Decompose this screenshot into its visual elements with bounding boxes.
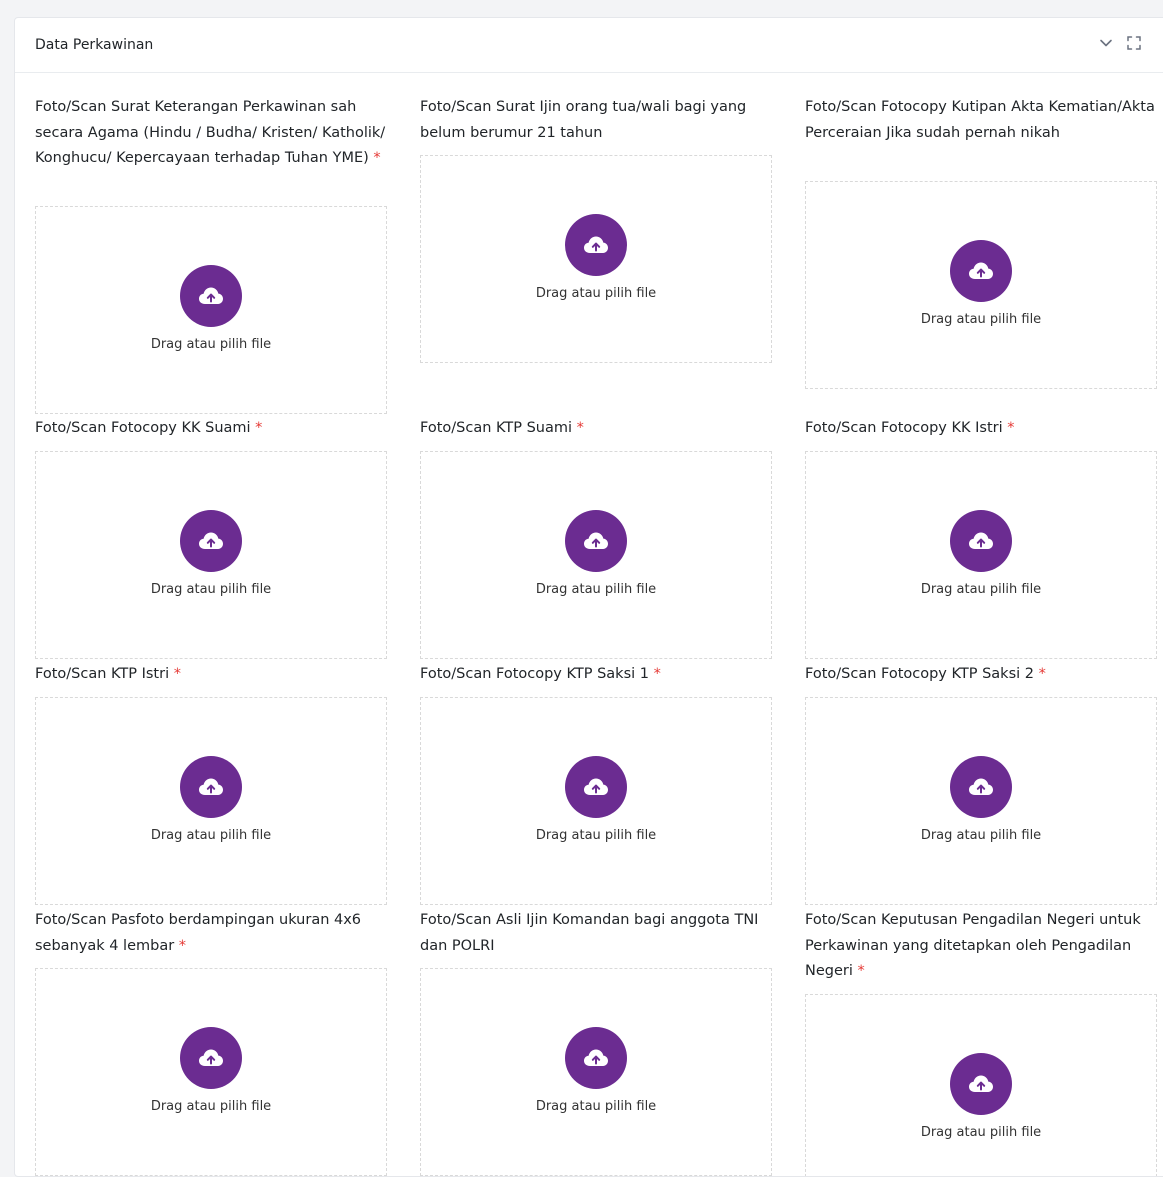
field-kk-istri: Foto/Scan Fotocopy KK Istri * [805,416,1159,442]
field-label: Foto/Scan Surat Keterangan Perkawinan sa… [35,99,386,166]
field-ijin-komandan: Foto/Scan Asli Ijin Komandan bagi anggot… [420,908,774,959]
dropzone[interactable]: Drag atau pilih file [420,697,772,905]
upload-button[interactable] [180,756,242,818]
dropzone-text: Drag atau pilih file [535,582,657,597]
upload-button[interactable] [180,1027,242,1089]
field-label: Foto/Scan Fotocopy KK Istri * [805,420,1015,436]
upload-button[interactable] [950,240,1012,302]
cloud-upload-icon [199,1049,223,1066]
cloud-upload-icon [969,262,993,279]
required-marker: * [373,150,381,166]
required-marker: * [173,666,181,682]
dropzone[interactable]: Drag atau pilih file [805,451,1157,659]
dropzone[interactable]: Drag atau pilih file [35,451,387,659]
upload-button[interactable] [565,1027,627,1089]
cloud-upload-icon [584,1049,608,1066]
cloud-upload-icon [199,532,223,549]
upload-button[interactable] [180,265,242,327]
dropzone-text: Drag atau pilih file [920,312,1042,327]
cloud-upload-icon [969,532,993,549]
dropzone-text: Drag atau pilih file [920,582,1042,597]
required-marker: * [255,420,263,436]
required-marker: * [857,963,865,979]
field-keputusan-pengadilan: Foto/Scan Keputusan Pengadilan Negeri un… [805,908,1159,985]
field-kutipan-akta-kematian: Foto/Scan Fotocopy Kutipan Akta Kematian… [805,95,1159,146]
dropzone[interactable]: Drag atau pilih file [420,968,772,1176]
dropzone[interactable]: Drag atau pilih file [420,451,772,659]
dropzone-text: Drag atau pilih file [150,828,272,843]
required-marker: * [653,666,661,682]
field-label: Foto/Scan Fotocopy KK Suami * [35,420,263,436]
field-label: Foto/Scan KTP Suami * [420,420,584,436]
cloud-upload-icon [584,532,608,549]
field-label: Foto/Scan Fotocopy KTP Saksi 2 * [805,666,1046,682]
field-ktp-istri: Foto/Scan KTP Istri * [35,662,389,688]
cloud-upload-icon [584,778,608,795]
dropzone-text: Drag atau pilih file [535,286,657,301]
upload-button[interactable] [950,756,1012,818]
cloud-upload-icon [199,778,223,795]
field-label: Foto/Scan KTP Istri * [35,666,181,682]
field-label: Foto/Scan Pasfoto berdampingan ukuran 4x… [35,912,362,954]
upload-button[interactable] [565,214,627,276]
dropzone-text: Drag atau pilih file [535,828,657,843]
field-label: Foto/Scan Fotocopy Kutipan Akta Kematian… [805,99,1155,141]
expand-icon[interactable] [1125,34,1143,52]
field-ktp-suami: Foto/Scan KTP Suami * [420,416,774,442]
field-surat-keterangan-perkawinan: Foto/Scan Surat Keterangan Perkawinan sa… [35,95,389,172]
field-kk-suami: Foto/Scan Fotocopy KK Suami * [35,416,389,442]
cloud-upload-icon [199,287,223,304]
required-marker: * [1038,666,1046,682]
chevron-down-icon[interactable] [1097,34,1115,52]
dropzone-text: Drag atau pilih file [920,1125,1042,1140]
dropzone[interactable]: Drag atau pilih file [805,994,1157,1176]
upload-button[interactable] [565,756,627,818]
field-pasfoto: Foto/Scan Pasfoto berdampingan ukuran 4x… [35,908,389,959]
dropzone[interactable]: Drag atau pilih file [35,968,387,1176]
dropzone[interactable]: Drag atau pilih file [35,697,387,905]
field-label: Foto/Scan Fotocopy KTP Saksi 1 * [420,666,661,682]
dropzone-text: Drag atau pilih file [150,1099,272,1114]
upload-button[interactable] [950,510,1012,572]
dropzone[interactable]: Drag atau pilih file [35,206,387,414]
dropzone[interactable]: Drag atau pilih file [805,181,1157,389]
required-marker: * [178,937,187,954]
dropzone-text: Drag atau pilih file [535,1099,657,1114]
field-label: Foto/Scan Surat Ijin orang tua/wali bagi… [420,99,747,141]
required-marker: * [576,420,584,436]
data-perkawinan-card: Data Perkawinan Foto/Scan Surat Keterang… [14,17,1163,1177]
dropzone[interactable]: Drag atau pilih file [805,697,1157,905]
field-label: Foto/Scan Keputusan Pengadilan Negeri un… [805,912,1141,979]
cloud-upload-icon [584,236,608,253]
dropzone-text: Drag atau pilih file [150,582,272,597]
upload-button[interactable] [950,1053,1012,1115]
cloud-upload-icon [969,778,993,795]
card-header: Data Perkawinan [15,18,1163,73]
field-surat-ijin-orang-tua: Foto/Scan Surat Ijin orang tua/wali bagi… [420,95,774,146]
upload-button[interactable] [180,510,242,572]
cloud-upload-icon [969,1075,993,1092]
card-title: Data Perkawinan [35,37,154,53]
dropzone-text: Drag atau pilih file [150,337,272,352]
field-ktp-saksi-2: Foto/Scan Fotocopy KTP Saksi 2 * [805,662,1159,688]
upload-button[interactable] [565,510,627,572]
field-ktp-saksi-1: Foto/Scan Fotocopy KTP Saksi 1 * [420,662,774,688]
field-label: Foto/Scan Asli Ijin Komandan bagi anggot… [420,912,759,954]
dropzone[interactable]: Drag atau pilih file [420,155,772,363]
required-marker: * [1007,420,1015,436]
dropzone-text: Drag atau pilih file [920,828,1042,843]
